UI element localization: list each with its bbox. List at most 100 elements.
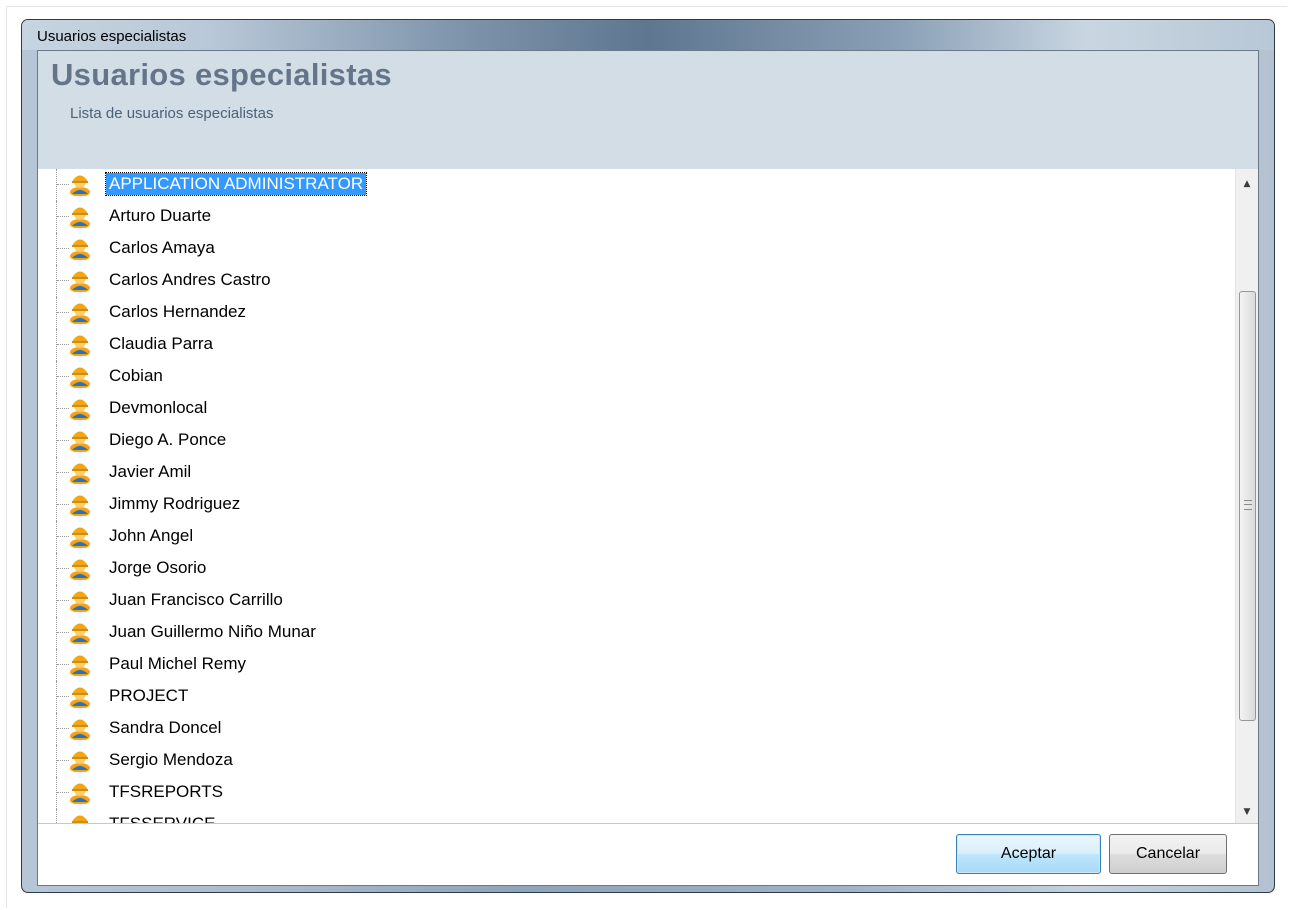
- tree-connector-line: [57, 376, 69, 378]
- tree-item-label[interactable]: Javier Amil: [106, 461, 194, 483]
- user-icon: [69, 204, 91, 229]
- tree-item-label[interactable]: Diego A. Ponce: [106, 429, 229, 451]
- tree-item-label[interactable]: Claudia Parra: [106, 333, 216, 355]
- dialog-footer: Aceptar Cancelar: [38, 823, 1258, 885]
- tree-item-label[interactable]: Sandra Doncel: [106, 717, 224, 739]
- cancel-button[interactable]: Cancelar: [1109, 834, 1227, 874]
- tree-item[interactable]: John Angel: [38, 521, 1235, 553]
- tree-item[interactable]: Javier Amil: [38, 457, 1235, 489]
- grip-icon: [1244, 500, 1252, 510]
- tree-item[interactable]: Cobian: [38, 361, 1235, 393]
- user-icon: [69, 364, 91, 389]
- tree-connector-line: [57, 696, 69, 698]
- page-title: Usuarios especialistas: [51, 57, 392, 92]
- user-icon: [69, 652, 91, 677]
- tree-item-label[interactable]: Jorge Osorio: [106, 557, 209, 579]
- tree-item[interactable]: Carlos Amaya: [38, 233, 1235, 265]
- tree-item-label[interactable]: Sergio Mendoza: [106, 749, 236, 771]
- tree-item[interactable]: Juan Guillermo Niño Munar: [38, 617, 1235, 649]
- tree-item[interactable]: Paul Michel Remy: [38, 649, 1235, 681]
- user-icon: [69, 684, 91, 709]
- tree-item-label[interactable]: John Angel: [106, 525, 196, 547]
- scrollbar-thumb[interactable]: [1239, 291, 1256, 721]
- user-icon: [69, 620, 91, 645]
- user-icon: [69, 460, 91, 485]
- accept-button[interactable]: Aceptar: [956, 834, 1101, 874]
- tree-item-label[interactable]: PROJECT: [106, 685, 191, 707]
- tree-item-label[interactable]: Carlos Andres Castro: [106, 269, 274, 291]
- tree-connector-line: [57, 440, 69, 442]
- tree-item-label[interactable]: Jimmy Rodriguez: [106, 493, 243, 515]
- tree-item[interactable]: Jimmy Rodriguez: [38, 489, 1235, 521]
- tree-connector-line: [57, 568, 69, 570]
- tree-item[interactable]: Devmonlocal: [38, 393, 1235, 425]
- tree-item-label[interactable]: Juan Guillermo Niño Munar: [106, 621, 319, 643]
- user-icon: [69, 236, 91, 261]
- tree-connector-line: [57, 632, 69, 634]
- tree-connector-line: [57, 248, 69, 250]
- tree-item[interactable]: Diego A. Ponce: [38, 425, 1235, 457]
- tree-item-label[interactable]: Carlos Hernandez: [106, 301, 249, 323]
- tree-item[interactable]: TFSREPORTS: [38, 777, 1235, 809]
- dialog-header: Usuarios especialistas Lista de usuarios…: [38, 51, 1258, 169]
- tree-item[interactable]: APPLICATION ADMINISTRATOR: [38, 169, 1235, 201]
- dialog-window: Usuarios especialistas Usuarios especial…: [21, 19, 1275, 893]
- page-subtitle: Lista de usuarios especialistas: [70, 105, 274, 122]
- tree-item[interactable]: Carlos Hernandez: [38, 297, 1235, 329]
- title-bar[interactable]: Usuarios especialistas: [22, 20, 1274, 50]
- tree-connector-line: [57, 728, 69, 730]
- user-icon: [69, 428, 91, 453]
- tree-connector-line: [57, 504, 69, 506]
- tree-connector-line: [57, 280, 69, 282]
- tree-connector-line: [57, 344, 69, 346]
- tree-item[interactable]: PROJECT: [38, 681, 1235, 713]
- user-icon: [69, 524, 91, 549]
- tree-item-label[interactable]: TFSREPORTS: [106, 781, 226, 803]
- tree-connector-line: [57, 312, 69, 314]
- tree-item[interactable]: Sergio Mendoza: [38, 745, 1235, 777]
- user-icon: [69, 748, 91, 773]
- tree-item[interactable]: Claudia Parra: [38, 329, 1235, 361]
- tree-item[interactable]: Arturo Duarte: [38, 201, 1235, 233]
- user-icon: [69, 556, 91, 581]
- user-icon: [69, 492, 91, 517]
- tree-item-label[interactable]: TFSSERVICE: [106, 813, 218, 823]
- user-icon: [69, 396, 91, 421]
- user-icon: [69, 780, 91, 805]
- dialog-client-area: Usuarios especialistas Lista de usuarios…: [37, 50, 1259, 886]
- tree-connector-line: [57, 600, 69, 602]
- window-title: Usuarios especialistas: [37, 28, 187, 45]
- tree-connector-line: [57, 664, 69, 666]
- tree-connector-line: [57, 184, 69, 186]
- tree-item-label[interactable]: APPLICATION ADMINISTRATOR: [104, 172, 368, 196]
- tree-item[interactable]: Carlos Andres Castro: [38, 265, 1235, 297]
- users-tree-view[interactable]: APPLICATION ADMINISTRATOR Arturo Duarte Ca…: [38, 169, 1235, 823]
- tree-item[interactable]: Juan Francisco Carrillo: [38, 585, 1235, 617]
- user-icon: [69, 716, 91, 741]
- vertical-scrollbar[interactable]: ▲ ▼: [1235, 169, 1258, 823]
- user-icon: [69, 332, 91, 357]
- tree-item-label[interactable]: Cobian: [106, 365, 166, 387]
- user-icon: [69, 300, 91, 325]
- scroll-up-arrow-icon[interactable]: ▲: [1236, 173, 1258, 195]
- tree-connector-line: [57, 760, 69, 762]
- tree-connector-line: [57, 472, 69, 474]
- tree-connector-line: [57, 792, 69, 794]
- user-icon: [69, 588, 91, 613]
- user-icon: [69, 812, 91, 823]
- tree-item-label[interactable]: Devmonlocal: [106, 397, 210, 419]
- tree-item-label[interactable]: Carlos Amaya: [106, 237, 218, 259]
- tree-item[interactable]: Sandra Doncel: [38, 713, 1235, 745]
- tree-connector-line: [57, 216, 69, 218]
- tree-connector-line: [57, 408, 69, 410]
- tree-connector-line: [56, 809, 58, 823]
- tree-item-label[interactable]: Paul Michel Remy: [106, 653, 249, 675]
- tree-item[interactable]: Jorge Osorio: [38, 553, 1235, 585]
- scroll-down-arrow-icon[interactable]: ▼: [1236, 801, 1258, 823]
- tree-item-label[interactable]: Arturo Duarte: [106, 205, 214, 227]
- user-icon: [69, 268, 91, 293]
- tree-item-label[interactable]: Juan Francisco Carrillo: [106, 589, 286, 611]
- user-icon: [69, 172, 91, 197]
- tree-item[interactable]: TFSSERVICE: [38, 809, 1235, 823]
- tree-connector-line: [57, 536, 69, 538]
